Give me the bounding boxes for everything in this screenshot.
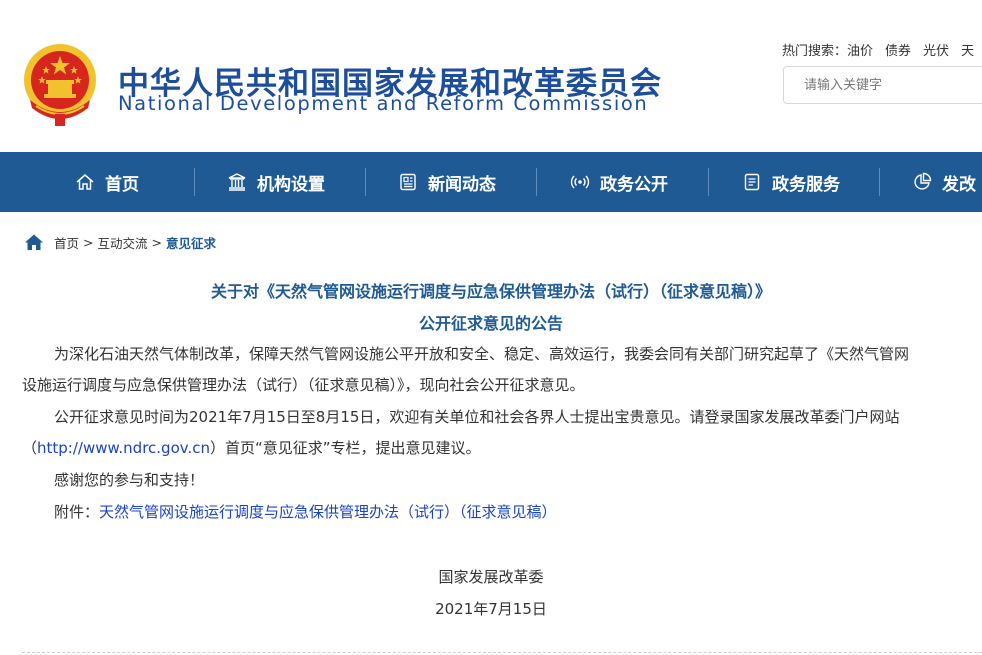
paragraph-3: 感谢您的参与和支持！ bbox=[54, 471, 205, 489]
breadcrumb-home[interactable]: 首页 bbox=[54, 233, 79, 252]
breadcrumb-current[interactable]: 意见征求 bbox=[166, 233, 216, 252]
portal-url-link[interactable]: http://www.ndrc.gov.cn bbox=[37, 439, 210, 457]
nav-divider bbox=[365, 168, 366, 196]
hot-search-term[interactable]: 油价 bbox=[847, 44, 873, 59]
hot-search-term[interactable]: 债券 bbox=[885, 44, 911, 59]
nav-divider bbox=[536, 168, 537, 196]
site-title-en: National Development and Reform Commissi… bbox=[118, 92, 649, 115]
attachment-link[interactable]: 天然气管网设施运行调度与应急保供管理办法（试行）（征求意见稿） bbox=[99, 503, 557, 521]
nav-item-organization[interactable]: 机构设置 bbox=[227, 152, 325, 212]
national-emblem-logo[interactable] bbox=[22, 42, 98, 128]
breadcrumb-interaction[interactable]: 互动交流 bbox=[98, 233, 148, 252]
hot-search: 热门搜索：油价 债券 光伏天 bbox=[782, 40, 982, 59]
document-icon bbox=[744, 173, 760, 191]
breadcrumb-separator: > bbox=[151, 234, 162, 250]
nav-divider bbox=[194, 168, 195, 196]
paragraph-1-line-2: 设施运行调度与应急保供管理办法（试行）（征求意见稿）》，现向社会公开征求意见。 bbox=[22, 376, 585, 394]
nav-item-news[interactable]: 新闻动态 bbox=[398, 152, 496, 212]
publish-date: 2021年7月15日 bbox=[435, 600, 547, 618]
nav-item-development-reform[interactable]: 发改 bbox=[912, 152, 976, 212]
paren-open: （ bbox=[22, 439, 38, 457]
article-title-line2: 公开征求意见的公告 bbox=[418, 314, 563, 333]
home-icon bbox=[76, 174, 94, 190]
breadcrumb: 首页 > 互动交流 > 意见征求 bbox=[24, 232, 216, 252]
nav-divider bbox=[708, 168, 709, 196]
building-icon bbox=[228, 173, 246, 191]
site-header: 中华人民共和国国家发展和改革委员会 National Development a… bbox=[0, 0, 982, 152]
signature: 国家发展改革委 bbox=[438, 568, 544, 586]
main-nav: 首页 机构设置 新闻动态 政务公开 政务服务 发改 bbox=[0, 152, 982, 212]
nav-divider bbox=[879, 168, 880, 196]
paragraph-2-rest: ）首页“意见征求”专栏，提出意见建议。 bbox=[209, 439, 481, 457]
hot-search-term[interactable]: 光伏 bbox=[923, 44, 949, 59]
nav-label: 政务公开 bbox=[600, 174, 668, 195]
search-input[interactable] bbox=[784, 67, 982, 103]
paragraph-2-line-1: 公开征求意见时间为2021年7月15日至8月15日，欢迎有关单位和社会各界人士提… bbox=[54, 408, 900, 426]
attachment-label: 附件： bbox=[54, 503, 100, 521]
divider bbox=[22, 652, 982, 653]
paragraph-1-line-1: 为深化石油天然气体制改革，保障天然气管网设施公平开放和安全、稳定、高效运行，我委… bbox=[54, 345, 910, 363]
nav-label: 政务服务 bbox=[772, 174, 840, 195]
nav-label: 新闻动态 bbox=[428, 174, 496, 195]
breadcrumb-separator: > bbox=[83, 234, 94, 250]
broadcast-icon bbox=[570, 175, 590, 189]
attachment-row: 附件：天然气管网设施运行调度与应急保供管理办法（试行）（征求意见稿） bbox=[54, 501, 557, 522]
hot-search-term[interactable]: 天 bbox=[961, 44, 974, 59]
search-box bbox=[783, 66, 982, 104]
pie-chart-icon bbox=[914, 172, 932, 190]
nav-item-public-affairs[interactable]: 政务公开 bbox=[570, 152, 668, 212]
news-icon bbox=[400, 173, 416, 191]
article-title-line1: 关于对《天然气管网设施运行调度与应急保供管理办法（试行）（征求意见稿）》 bbox=[210, 282, 771, 301]
nav-item-services[interactable]: 政务服务 bbox=[742, 152, 840, 212]
nav-item-home[interactable]: 首页 bbox=[75, 152, 139, 212]
home-icon bbox=[25, 234, 43, 250]
nav-label: 首页 bbox=[105, 174, 139, 195]
hot-search-label: 热门搜索： bbox=[782, 44, 848, 59]
nav-label: 机构设置 bbox=[257, 174, 325, 195]
nav-label: 发改 bbox=[942, 174, 976, 195]
paragraph-2-line-2: （http://www.ndrc.gov.cn）首页“意见征求”专栏，提出意见建… bbox=[22, 437, 481, 458]
